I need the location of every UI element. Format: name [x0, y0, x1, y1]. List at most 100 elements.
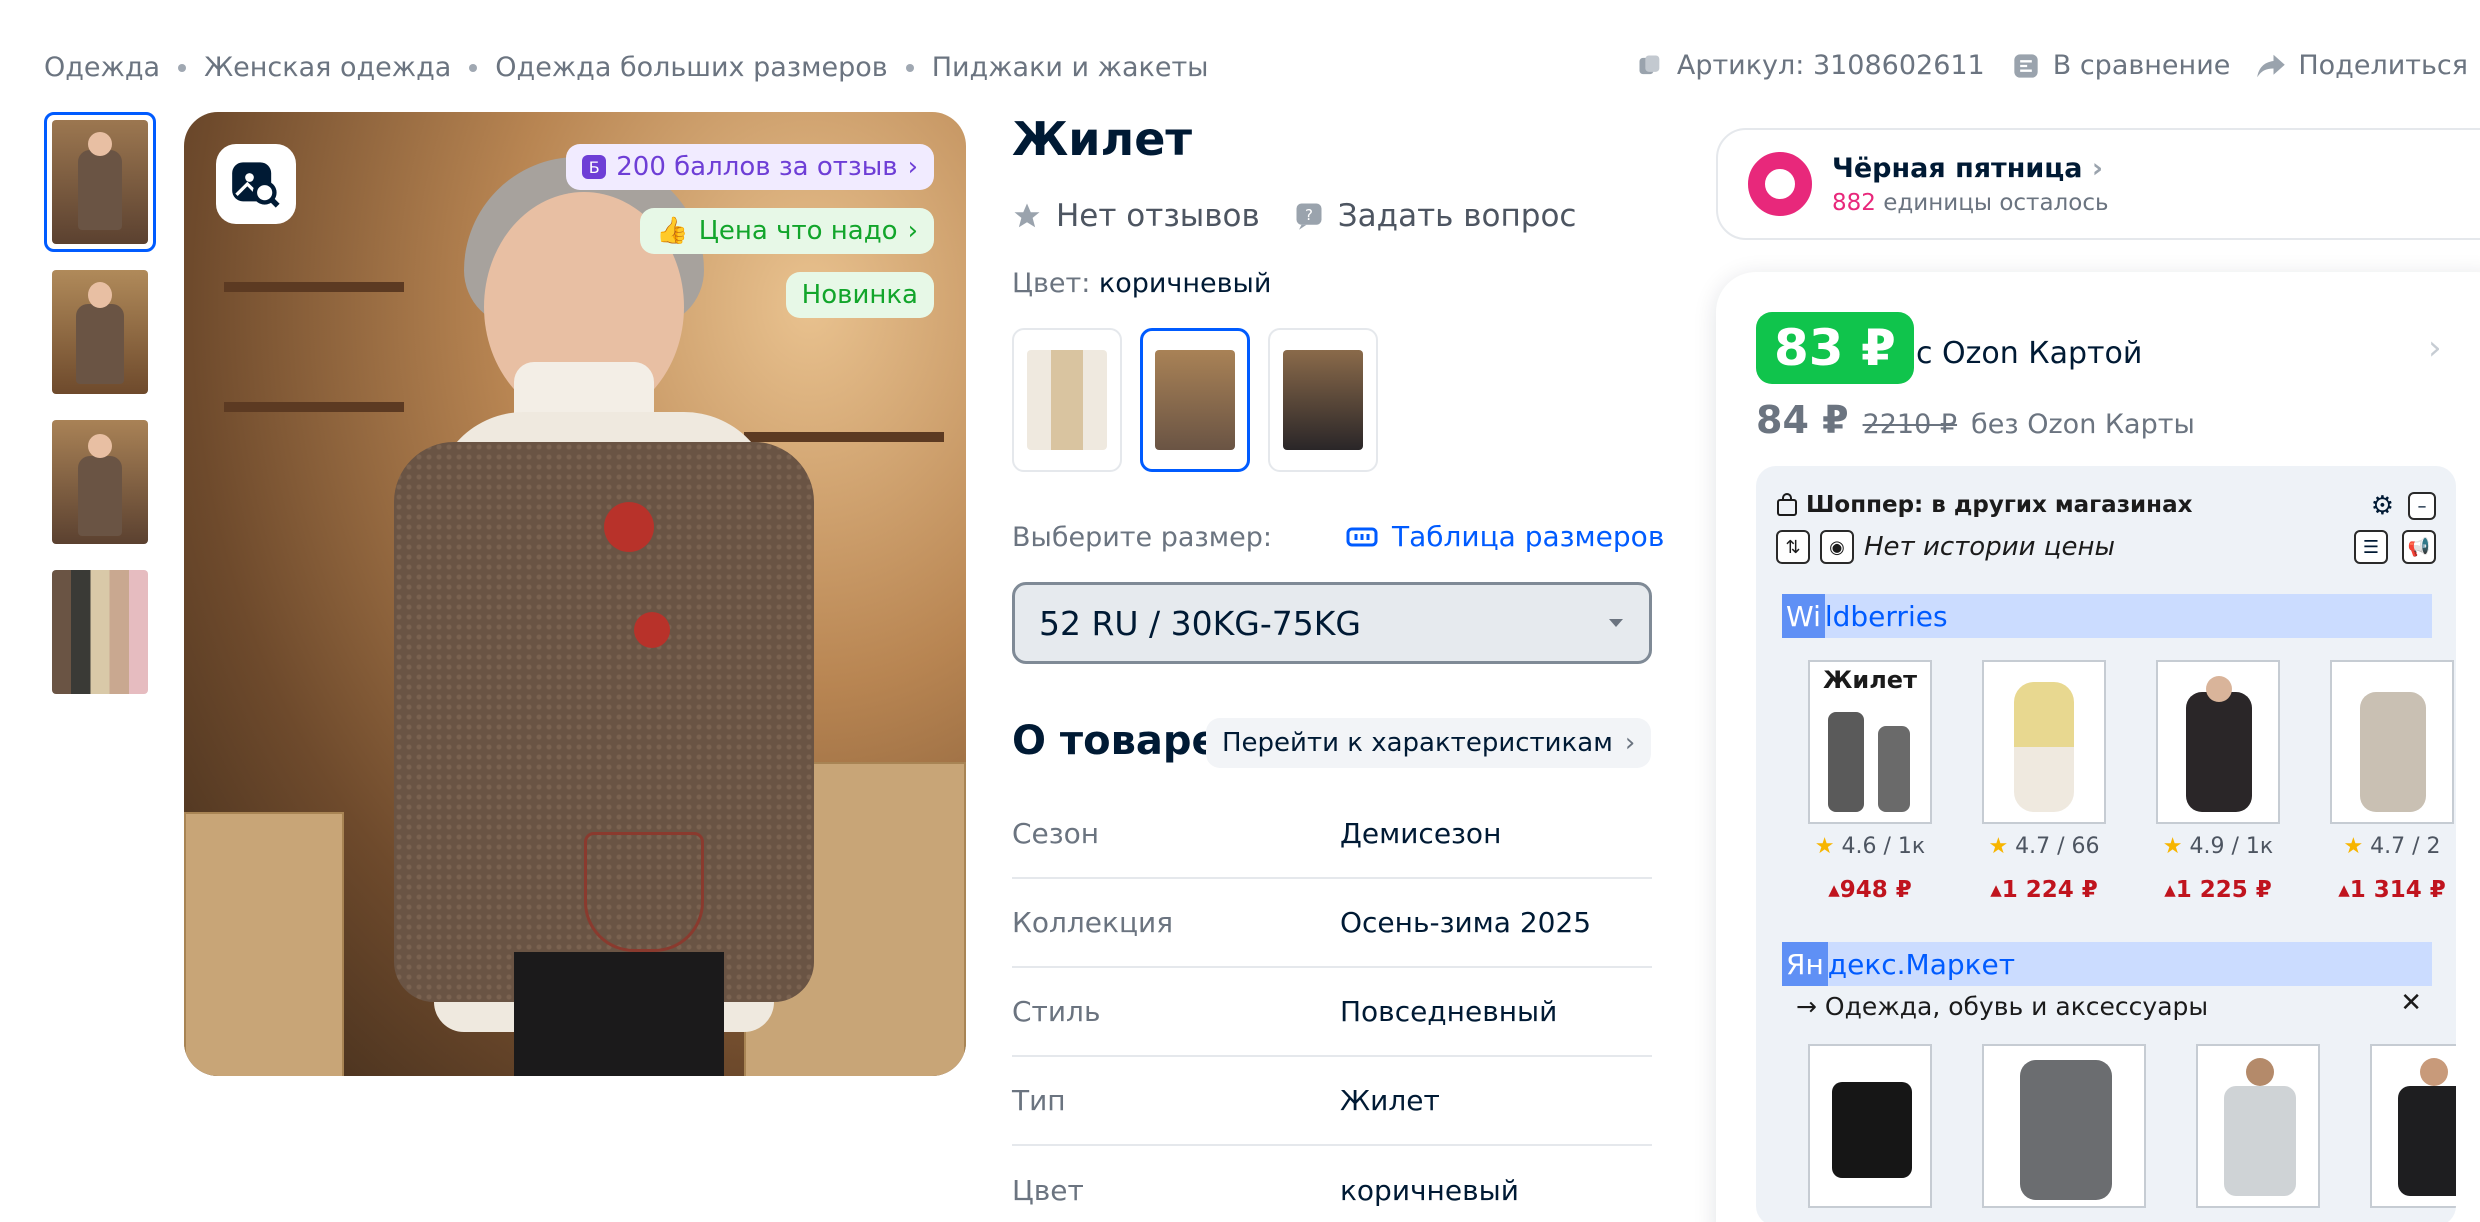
regular-price: 84 ₽: [1756, 398, 1849, 442]
chevron-right-icon: ›: [1624, 728, 1636, 758]
shopping-bag-icon: [1777, 493, 1797, 516]
product-rating-value: 4.7 / 66: [2015, 834, 2100, 859]
about-title: О товаре: [1012, 718, 1219, 764]
go-to-specs-link[interactable]: Перейти к характеристикам ›: [1206, 718, 1652, 768]
question-icon: ?: [1296, 203, 1322, 230]
product-rating: ★ 4.9 / 1к: [2156, 834, 2280, 859]
color-variants: [1012, 328, 1378, 472]
spec-row: Сезон Демисезон: [1012, 790, 1652, 879]
product-rating: ★ 4.6 / 1к: [1808, 834, 1932, 859]
no-reviews-label: Нет отзывов: [1056, 198, 1260, 234]
share-button[interactable]: Поделиться: [2256, 50, 2468, 81]
points-for-review-badge[interactable]: Б 200 баллов за отзыв ›: [566, 144, 934, 190]
product-rating: ★ 4.7 / 66: [1982, 834, 2106, 859]
color-variant-1[interactable]: [1012, 328, 1122, 472]
product-card[interactable]: ★ 4.7 / 2 ▴1 314 ₽: [2330, 660, 2454, 903]
product-image-label: Жилет: [1823, 666, 1917, 694]
product-image: Жилет: [1808, 660, 1932, 824]
thumbnail-list: [44, 112, 156, 712]
reviews-link[interactable]: Нет отзывов: [1012, 198, 1260, 234]
thumbnail-3[interactable]: [44, 412, 156, 552]
svg-text:?: ?: [1305, 206, 1313, 224]
list-icon[interactable]: ☰: [2354, 530, 2388, 564]
spec-key: Цвет: [1012, 1174, 1084, 1207]
promo-title-row: Чёрная пятница ›: [1832, 153, 2109, 184]
close-icon[interactable]: ✕: [2400, 988, 2422, 1018]
wildberries-name: ldberries: [1824, 599, 1948, 633]
megaphone-icon[interactable]: 📢: [2402, 530, 2436, 564]
top-actions: Артикул: 3108602611 В сравнение Поделить…: [1635, 50, 2468, 81]
old-price: 2210 ₽: [1862, 409, 1958, 440]
breadcrumb-link-women[interactable]: Женская одежда: [204, 52, 451, 83]
wildberries-products: Жилет ★ 4.6 / 1к ▴948 ₽ ★ 4.7 / 66 ▴1 22…: [1808, 660, 2454, 903]
collapse-icon[interactable]: –: [2408, 492, 2436, 520]
product-card[interactable]: [2196, 1044, 2320, 1208]
spec-key: Стиль: [1012, 995, 1101, 1028]
black-friday-card[interactable]: Чёрная пятница › 882 единицы осталось: [1716, 128, 2480, 240]
product-card[interactable]: [1982, 1044, 2146, 1208]
image-search-icon: [232, 162, 280, 208]
product-card[interactable]: ★ 4.9 / 1к ▴1 225 ₽: [2156, 660, 2280, 903]
specs-table: Сезон Демисезон Коллекция Осень-зима 2025 …: [1012, 790, 1652, 1222]
compare-button[interactable]: В сравнение: [2011, 50, 2231, 81]
good-price-badge[interactable]: 👍 Цена что надо ›: [640, 208, 934, 254]
thumbnail-4[interactable]: [44, 562, 156, 702]
eye-icon[interactable]: ◉: [1820, 530, 1854, 564]
yandex-market-name: декс.Маркет: [1827, 947, 2016, 981]
size-select[interactable]: 52 RU / 30KG-75KG: [1012, 582, 1652, 664]
share-icon: [2256, 51, 2286, 81]
product-title: Жилет: [1012, 112, 1193, 166]
chevron-right-icon: ›: [907, 152, 918, 182]
size-table-link[interactable]: Таблица размеров: [1346, 520, 1664, 553]
chevron-right-icon[interactable]: ›: [2428, 328, 2442, 368]
history-controls: ☰ 📢: [2354, 530, 2436, 564]
yandex-category[interactable]: → Одежда, обувь и аксессуары: [1796, 992, 2208, 1021]
shopper-header: Шоппер: в других магазинах: [1776, 492, 2192, 518]
breadcrumb-separator: [905, 63, 914, 72]
chevron-down-icon: [1609, 619, 1623, 627]
spec-row: Цвет коричневый: [1012, 1146, 1652, 1222]
ask-question-link[interactable]: ? Задать вопрос: [1294, 198, 1577, 234]
breadcrumb-link-plus-size[interactable]: Одежда больших размеров: [495, 52, 887, 83]
breadcrumb-link-clothing[interactable]: Одежда: [44, 52, 160, 83]
new-badge: Новинка: [785, 272, 934, 318]
article-copy-button[interactable]: Артикул: 3108602611: [1635, 50, 1985, 81]
price-history-row: ⇅ ◉ Нет истории цены: [1776, 530, 2115, 564]
wildberries-bar[interactable]: Wi ldberries: [1782, 594, 2432, 638]
product-image: [1808, 1044, 1932, 1208]
product-image: [1982, 1044, 2146, 1208]
image-search-button[interactable]: [216, 144, 296, 224]
shopper-widget: Шоппер: в других магазинах ⚙ – ⇅ ◉ Нет и…: [1756, 466, 2456, 1222]
breadcrumb-separator: [178, 63, 187, 72]
color-variant-2[interactable]: [1140, 328, 1250, 472]
ask-question-label: Задать вопрос: [1337, 198, 1577, 234]
settings-gear-icon[interactable]: ⚙: [2371, 492, 2394, 520]
spec-value: Осень-зима 2025: [1340, 906, 1592, 939]
breadcrumb-link-jackets[interactable]: Пиджаки и жакеты: [932, 52, 1209, 83]
main-product-photo[interactable]: Б 200 баллов за отзыв › 👍 Цена что надо …: [184, 112, 966, 1076]
product-card[interactable]: Жилет ★ 4.6 / 1к ▴948 ₽: [1808, 660, 1932, 903]
shopper-title-rest: в других магазинах: [1931, 492, 2193, 518]
spec-value: Демисезон: [1340, 817, 1502, 850]
yandex-market-bar[interactable]: Ян декс.Маркет: [1782, 942, 2432, 986]
color-variant-3[interactable]: [1268, 328, 1378, 472]
sort-icon[interactable]: ⇅: [1776, 530, 1810, 564]
product-image: [2330, 660, 2454, 824]
compare-label: В сравнение: [2052, 50, 2231, 81]
product-card[interactable]: [1808, 1044, 1932, 1208]
thumbnail-2[interactable]: [44, 262, 156, 402]
shopper-header-controls: ⚙ –: [2371, 492, 2436, 520]
yandex-market-prefix: Ян: [1782, 942, 1828, 986]
product-card[interactable]: ★ 4.7 / 66 ▴1 224 ₽: [1982, 660, 2106, 903]
product-card[interactable]: [2370, 1044, 2456, 1208]
spec-value: Жилет: [1340, 1084, 1440, 1117]
chevron-right-icon: ›: [907, 216, 918, 246]
spec-key: Сезон: [1012, 817, 1100, 850]
ruler-icon: [1346, 527, 1378, 546]
ozon-card-label: с Ozon Картой: [1916, 336, 2143, 371]
spec-row: Стиль Повседневный: [1012, 968, 1652, 1057]
wildberries-prefix: Wi: [1782, 594, 1825, 638]
size-selected-value: 52 RU / 30KG-75KG: [1039, 603, 1361, 643]
share-label: Поделиться: [2298, 50, 2468, 81]
thumbnail-1[interactable]: [44, 112, 156, 252]
